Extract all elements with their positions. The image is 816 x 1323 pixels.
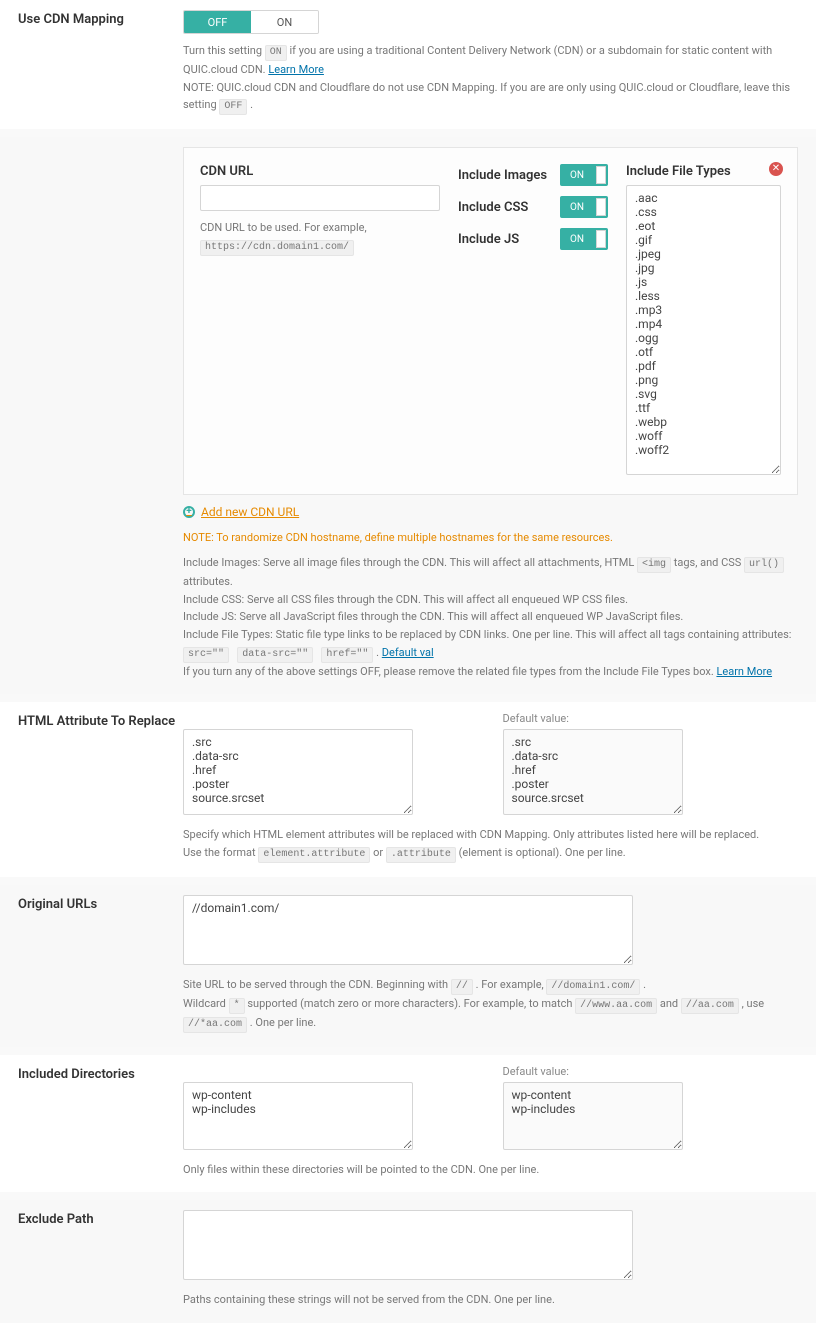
add-new-cdn-url-link[interactable]: + Add new CDN URL bbox=[183, 505, 299, 519]
toggle-include-css[interactable]: ON bbox=[560, 196, 608, 218]
label-default-value: Default value: bbox=[503, 712, 799, 725]
toggle-off[interactable]: OFF bbox=[184, 11, 251, 33]
learn-more-link[interactable]: Learn More bbox=[268, 63, 324, 76]
default-values-link[interactable]: Default val bbox=[382, 646, 434, 659]
setting-row-exclude-path: Exclude Path Paths containing these stri… bbox=[0, 1200, 816, 1323]
label-included-dirs: Included Directories bbox=[18, 1065, 183, 1179]
textarea-exclude-path[interactable] bbox=[183, 1210, 633, 1280]
textarea-original-urls[interactable] bbox=[183, 895, 633, 965]
randomize-note: NOTE: To randomize CDN hostname, define … bbox=[183, 531, 798, 544]
learn-more-link[interactable]: Learn More bbox=[716, 665, 772, 678]
label-include-css: Include CSS bbox=[458, 200, 528, 215]
label-default-value: Default value: bbox=[503, 1065, 799, 1078]
textarea-html-attr[interactable] bbox=[183, 729, 413, 815]
setting-row-html-attr: HTML Attribute To Replace . Default valu… bbox=[0, 702, 816, 877]
pill-on: ON bbox=[265, 45, 287, 61]
help-text: NOTE: QUIC.cloud CDN and Cloudflare do n… bbox=[183, 79, 798, 116]
input-cdn-url[interactable] bbox=[200, 185, 440, 211]
toggle-include-js[interactable]: ON bbox=[560, 228, 608, 250]
pill-off: OFF bbox=[219, 99, 247, 115]
toggle-on[interactable]: ON bbox=[251, 11, 318, 33]
code-example: https://cdn.domain1.com/ bbox=[200, 240, 354, 256]
toggle-use-cdn-mapping[interactable]: OFF ON bbox=[183, 10, 319, 34]
setting-row-use-cdn-mapping: Use CDN Mapping OFF ON Turn this setting… bbox=[0, 0, 816, 129]
toggle-include-images[interactable]: ON bbox=[560, 164, 608, 186]
label-include-file-types: Include File Types bbox=[626, 164, 781, 179]
setting-row-original-urls: Original URLs Site URL to be served thro… bbox=[0, 885, 816, 1047]
help-text: Turn this setting ON if you are using a … bbox=[183, 42, 798, 79]
label-include-js: Include JS bbox=[458, 232, 519, 247]
label-use-cdn-mapping: Use CDN Mapping bbox=[18, 10, 183, 115]
plus-icon: + bbox=[183, 506, 195, 518]
textarea-html-attr-default bbox=[503, 729, 683, 815]
textarea-include-file-types[interactable] bbox=[626, 185, 781, 475]
label-include-images: Include Images bbox=[458, 168, 547, 183]
label-original-urls: Original URLs bbox=[18, 895, 183, 1033]
setting-row-cdn-url-block: CDN URL CDN URL to be used. For example,… bbox=[0, 137, 816, 694]
label-exclude-path: Exclude Path bbox=[18, 1210, 183, 1309]
label-cdn-url: CDN URL bbox=[200, 164, 440, 179]
label-html-attr: HTML Attribute To Replace bbox=[18, 712, 183, 863]
cdn-mapping-box: CDN URL CDN URL to be used. For example,… bbox=[183, 147, 798, 495]
setting-row-included-dirs: Included Directories . Default value: On… bbox=[0, 1055, 816, 1193]
